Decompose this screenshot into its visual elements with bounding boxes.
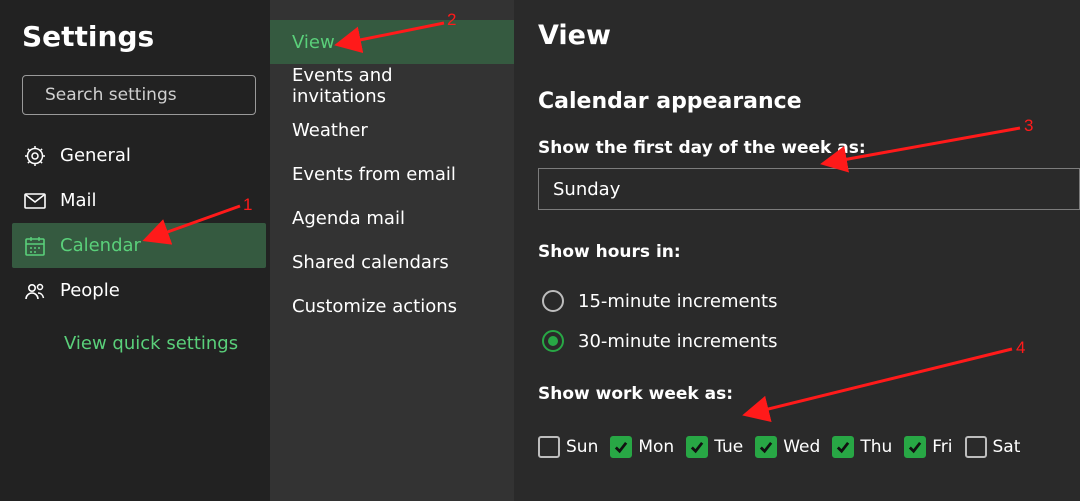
checkbox-icon (832, 436, 854, 458)
radio-label: 15-minute increments (578, 291, 777, 312)
day-tue[interactable]: Tue (686, 436, 743, 458)
work-week-days: Sun Mon Tue Wed Thu Fri (538, 436, 1080, 458)
show-hours-radio-group: 15-minute increments 30-minute increment… (542, 290, 1080, 352)
mail-icon (24, 190, 46, 212)
first-day-value: Sunday (553, 179, 620, 200)
search-settings[interactable] (22, 75, 256, 115)
day-fri[interactable]: Fri (904, 436, 952, 458)
checkbox-icon (755, 436, 777, 458)
sidebar-item-label: Calendar (60, 235, 141, 256)
day-wed[interactable]: Wed (755, 436, 820, 458)
sidebar-item-label: People (60, 280, 120, 301)
day-label: Tue (714, 437, 743, 457)
radio-circle-icon (542, 290, 564, 312)
settings-nav: General Mail Calendar People (22, 133, 256, 313)
day-mon[interactable]: Mon (610, 436, 674, 458)
submenu-item-shared-calendars[interactable]: Shared calendars (270, 240, 514, 284)
day-label: Thu (860, 437, 892, 457)
submenu-item-agenda-mail[interactable]: Agenda mail (270, 196, 514, 240)
day-label: Mon (638, 437, 674, 457)
check-icon (690, 440, 704, 454)
annotation-number-2: 2 (447, 10, 456, 30)
settings-title: Settings (22, 20, 256, 53)
check-icon (908, 440, 922, 454)
check-icon (836, 440, 850, 454)
sidebar-item-calendar[interactable]: Calendar (12, 223, 266, 268)
day-label: Sun (566, 437, 598, 457)
day-sat[interactable]: Sat (965, 436, 1021, 458)
settings-sidebar: Settings General Mail Calendar People (0, 0, 270, 501)
radio-15-minute[interactable]: 15-minute increments (542, 290, 1080, 312)
radio-30-minute[interactable]: 30-minute increments (542, 330, 1080, 352)
view-quick-settings-link[interactable]: View quick settings (64, 333, 256, 354)
radio-dot-icon (548, 336, 558, 346)
sidebar-item-people[interactable]: People (12, 268, 266, 313)
checkbox-icon (965, 436, 987, 458)
sidebar-item-mail[interactable]: Mail (12, 178, 266, 223)
show-hours-label: Show hours in: (538, 242, 1080, 262)
annotation-number-1: 1 (243, 195, 252, 215)
day-sun[interactable]: Sun (538, 436, 598, 458)
radio-label: 30-minute increments (578, 331, 777, 352)
sidebar-item-general[interactable]: General (12, 133, 266, 178)
work-week-label: Show work week as: (538, 384, 1080, 404)
search-input[interactable] (45, 85, 264, 105)
check-icon (759, 440, 773, 454)
first-day-select[interactable]: Sunday (538, 168, 1080, 210)
gear-icon (24, 145, 46, 167)
calendar-submenu: View Events and invitations Weather Even… (270, 0, 514, 501)
app-root: Settings General Mail Calendar People (0, 0, 1080, 501)
calendar-icon (24, 235, 46, 257)
day-label: Fri (932, 437, 952, 457)
sidebar-item-label: General (60, 145, 131, 166)
submenu-item-events-from-email[interactable]: Events from email (270, 152, 514, 196)
section-calendar-appearance: Calendar appearance (538, 89, 1080, 114)
checkbox-icon (904, 436, 926, 458)
checkbox-icon (686, 436, 708, 458)
sidebar-item-label: Mail (60, 190, 97, 211)
day-label: Wed (783, 437, 820, 457)
first-day-label: Show the first day of the week as: (538, 138, 1080, 158)
people-icon (24, 280, 46, 302)
submenu-item-events-invitations[interactable]: Events and invitations (270, 64, 514, 108)
day-label: Sat (993, 437, 1021, 457)
checkbox-icon (610, 436, 632, 458)
submenu-item-customize-actions[interactable]: Customize actions (270, 284, 514, 328)
page-title: View (538, 20, 1080, 51)
submenu-item-view[interactable]: View (270, 20, 514, 64)
checkbox-icon (538, 436, 560, 458)
radio-circle-icon (542, 330, 564, 352)
day-thu[interactable]: Thu (832, 436, 892, 458)
submenu-item-weather[interactable]: Weather (270, 108, 514, 152)
annotation-number-3: 3 (1024, 116, 1033, 136)
check-icon (614, 440, 628, 454)
main-panel: View Calendar appearance Show the first … (514, 0, 1080, 501)
annotation-number-4: 4 (1016, 338, 1025, 358)
